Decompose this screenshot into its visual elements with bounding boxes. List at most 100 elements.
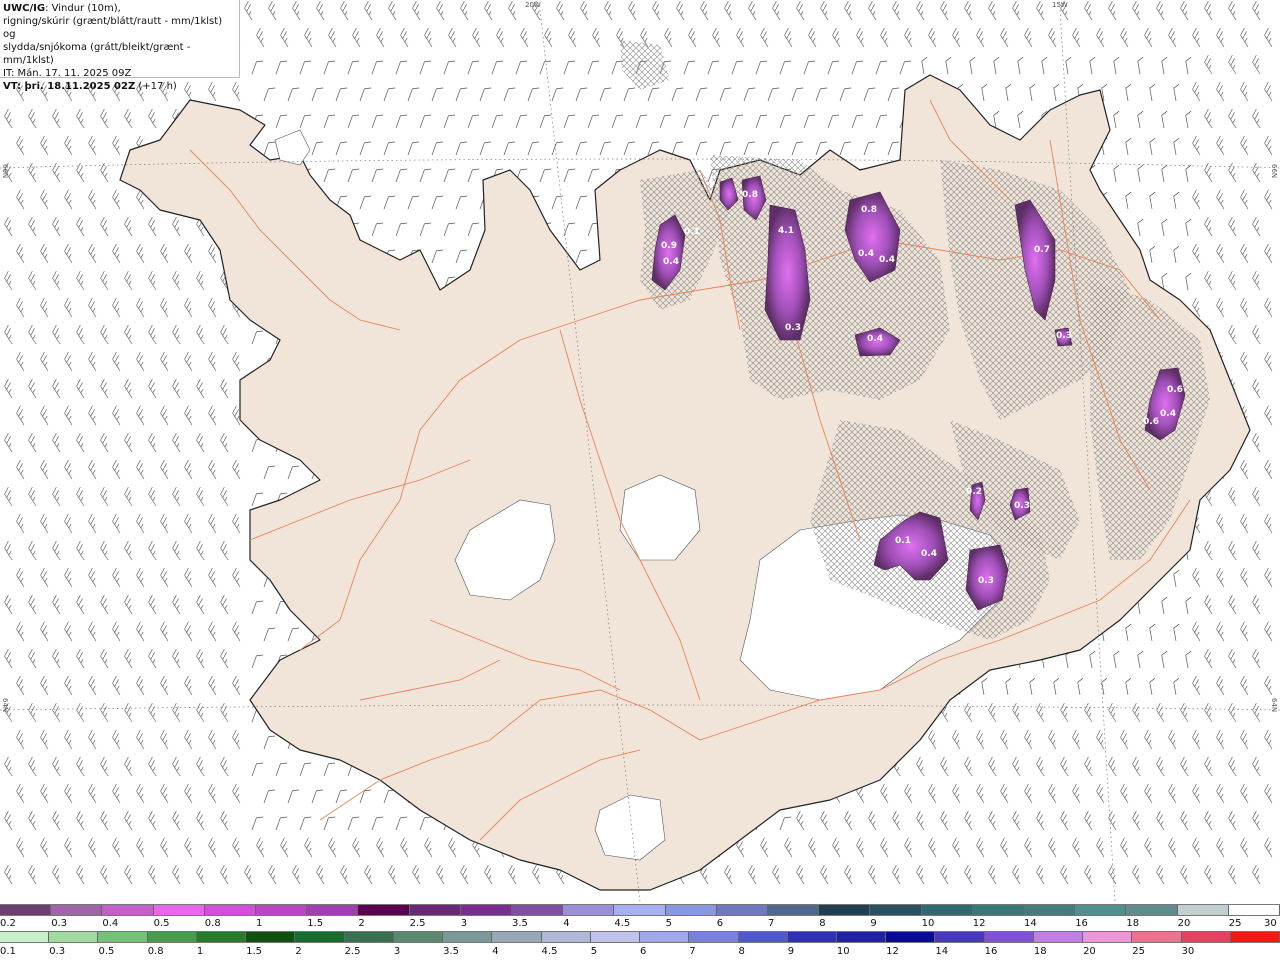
precip-value-label: 0.7 bbox=[1034, 245, 1050, 255]
scale-tick-label: 2 bbox=[358, 918, 365, 929]
scale-tick-label: 14 bbox=[1024, 918, 1037, 929]
scale-tick-label: 2.5 bbox=[409, 918, 426, 929]
scale-tick-label: 4.5 bbox=[614, 918, 631, 929]
scale-tick-label: 30 bbox=[1264, 918, 1277, 929]
graticule-label-64n-left: 64N bbox=[1, 698, 9, 713]
graticule-label-64n-right: 64N bbox=[1270, 698, 1278, 713]
precip-value-label: 0.3 bbox=[785, 323, 801, 333]
scale-swatch bbox=[492, 932, 542, 942]
scale-tick-label: 2.5 bbox=[344, 946, 361, 957]
scale-swatch bbox=[819, 905, 871, 915]
precip-value-label: 0.3 bbox=[1014, 501, 1030, 511]
precip-value-label: 0.1 bbox=[684, 227, 700, 237]
scale-swatch bbox=[409, 905, 461, 915]
scale-swatch bbox=[256, 905, 308, 915]
scale-tick-label: 1.5 bbox=[307, 918, 324, 929]
legend-snow-desc: slydda/snjókoma (grátt/bleikt/grænt - mm… bbox=[3, 42, 191, 66]
graticule-label-15w: 15W bbox=[1052, 1, 1068, 9]
graticule-label-66n-right: 66N bbox=[1270, 164, 1278, 179]
scale-swatch bbox=[295, 932, 345, 942]
scale-tick-label: 12 bbox=[886, 946, 899, 957]
scale-tick-label: 4 bbox=[563, 918, 570, 929]
precip-value-label: 0.8 bbox=[861, 205, 877, 215]
scale-tick-label: 16 bbox=[984, 946, 998, 957]
scale-swatch bbox=[460, 905, 513, 915]
scale-swatch bbox=[344, 932, 394, 942]
graticule-label-20w: 20W bbox=[525, 1, 541, 9]
scale-tick-label: 1.5 bbox=[246, 946, 263, 957]
precip-value-label: 0.3 bbox=[1056, 331, 1072, 341]
scale-tick-label: 3.5 bbox=[443, 946, 459, 957]
scale-tick-label: 0.1 bbox=[0, 946, 16, 957]
scale-swatch bbox=[1230, 932, 1280, 942]
scale-swatch bbox=[563, 905, 615, 915]
scale-swatch bbox=[870, 905, 922, 915]
scale-tick-label: 25 bbox=[1132, 946, 1146, 957]
scale-swatch bbox=[1075, 905, 1127, 915]
scale-swatch bbox=[1228, 905, 1280, 915]
precip-value-label: 4.1 bbox=[778, 226, 794, 236]
scale-tick-label: 10 bbox=[921, 918, 935, 929]
scale-tick-label: 6 bbox=[640, 946, 647, 957]
scale-tick-label: 5 bbox=[665, 918, 672, 929]
scale-tick-label: 9 bbox=[870, 918, 877, 929]
precip-value-label: 0.4 bbox=[858, 249, 874, 259]
scale-swatch bbox=[0, 932, 50, 942]
scale-swatch bbox=[984, 932, 1034, 942]
scale-tick-label: 0.3 bbox=[51, 918, 68, 929]
scale-tick-label: 0.5 bbox=[153, 918, 170, 929]
scale-swatch bbox=[921, 905, 973, 915]
legend-init-time: IT: Mán. 17. 11. 2025 09Z bbox=[3, 68, 132, 79]
scale-swatch bbox=[51, 905, 103, 915]
scale-swatch bbox=[512, 905, 564, 915]
scale-tick-label: 10 bbox=[836, 946, 850, 957]
scale-tick-label: 5 bbox=[590, 946, 598, 957]
precip-value-label: 0.4 bbox=[867, 334, 883, 344]
scale-tick-label: 6 bbox=[716, 918, 724, 929]
precip-value-label: 0.4 bbox=[663, 257, 679, 267]
precip-value-label: 0.4 bbox=[1160, 409, 1176, 419]
scale-swatch bbox=[443, 932, 493, 942]
rain-scale-ticks: 0.1 0.3 0.5 0.8 1 1.5 2 2.5 3 3.5 4 4.5 5 6 7 8 9 10 12 14 1… bbox=[0, 946, 1280, 958]
scale-tick-label: 3 bbox=[460, 918, 468, 929]
precip-value-label: 0.6 bbox=[1167, 385, 1183, 395]
scale-swatch bbox=[102, 905, 154, 915]
scale-swatch bbox=[886, 932, 936, 942]
precip-value-label: 0.2 bbox=[966, 487, 982, 497]
scale-tick-label: 3 bbox=[393, 946, 401, 957]
scale-swatch bbox=[787, 932, 837, 942]
legend-title: UWC/IG bbox=[3, 3, 46, 14]
weather-map: 0.9 0.4 0.1 0.8 4.1 0.3 0.8 0.4 0.4 0.4 0.7 0.3 0.6 0… bbox=[0, 0, 1280, 902]
scale-tick-label: 8 bbox=[819, 918, 826, 929]
scale-swatch bbox=[738, 932, 788, 942]
scale-swatch bbox=[768, 905, 820, 915]
scale-tick-label: 12 bbox=[972, 918, 986, 929]
precip-value-label: 0.4 bbox=[921, 549, 937, 559]
graticule-label-66n-left: 66N bbox=[1, 164, 9, 179]
scale-tick-label: 2 bbox=[295, 946, 302, 957]
scale-tick-label: 0.8 bbox=[147, 946, 164, 957]
snow-scale-ticks: 0.2 0.3 0.4 0.5 0.8 1 1.5 2 2.5 3 3.5 4 4.5 5 6 7 8 9 10 12… bbox=[0, 918, 1280, 930]
scale-swatch bbox=[665, 905, 717, 915]
scale-swatch bbox=[1126, 905, 1178, 915]
precip-value-label: 0.3 bbox=[978, 576, 994, 586]
scale-swatch bbox=[640, 932, 690, 942]
scale-tick-label: 18 bbox=[1033, 946, 1047, 957]
scale-tick-label: 4.5 bbox=[541, 946, 558, 957]
precip-value-label: 0.9 bbox=[661, 241, 677, 251]
scale-swatch bbox=[307, 905, 359, 915]
scale-swatch bbox=[972, 905, 1025, 915]
precip-value-label: 0.8 bbox=[742, 190, 758, 200]
legend-valid-offset: (+17 h) bbox=[135, 81, 177, 92]
scale-tick-label: 30 bbox=[1181, 946, 1195, 957]
scale-tick-label: 25 bbox=[1228, 918, 1242, 929]
scale-tick-label: 1 bbox=[256, 918, 263, 929]
scale-swatch bbox=[716, 905, 769, 915]
scale-tick-label: 0.4 bbox=[102, 918, 119, 929]
scale-tick-label: 20 bbox=[1177, 918, 1191, 929]
scale-tick-label: 0.2 bbox=[0, 918, 16, 929]
legend-valid-row: VT: þri. 18.11.2025 02Z (+17 h) bbox=[3, 80, 236, 93]
scale-tick-label: 7 bbox=[689, 946, 696, 957]
scale-swatch bbox=[590, 932, 641, 942]
scale-tick-label: 0.3 bbox=[49, 946, 66, 957]
